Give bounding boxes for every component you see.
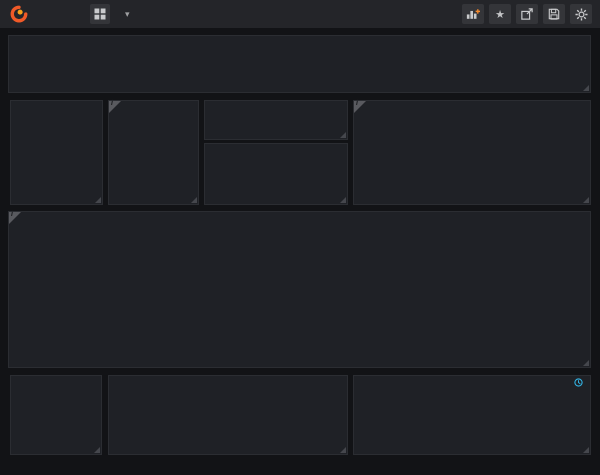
pv-voltage-chart [354, 114, 590, 186]
clock-icon [574, 378, 583, 387]
legend-item[interactable] [564, 362, 578, 365]
chevron-down-icon: ▾ [125, 9, 130, 20]
panel-date [204, 100, 348, 140]
panel-title[interactable] [109, 101, 198, 114]
legend-item[interactable] [541, 362, 555, 365]
panel-weather [8, 35, 591, 93]
gear-icon [575, 8, 588, 21]
info-text [11, 389, 101, 391]
panel-resize-handle[interactable] [191, 197, 197, 203]
add-panel-button[interactable] [462, 4, 484, 24]
pv-chart-legend [364, 198, 402, 201]
panel-resize-handle[interactable] [340, 447, 346, 453]
panel-title[interactable] [9, 212, 590, 225]
panel-title[interactable] [354, 101, 590, 114]
panel-resize-handle[interactable] [95, 197, 101, 203]
panel-title[interactable] [9, 36, 590, 49]
legend-swatch [541, 362, 552, 365]
panel-leistung-temperatur: i [8, 211, 591, 368]
grafana-logo[interactable] [10, 5, 28, 23]
add-panel-icon [466, 8, 480, 20]
star-icon: ★ [495, 8, 505, 21]
info-icon: i [11, 211, 13, 219]
legend-swatch [364, 198, 375, 201]
panel-resize-handle[interactable] [583, 447, 589, 453]
legend-swatch [388, 198, 399, 201]
time-range-picker[interactable] [574, 378, 586, 387]
panel-tagesleistung [353, 375, 591, 455]
panel-title[interactable] [109, 376, 347, 389]
panel-resize-handle[interactable] [583, 360, 589, 366]
save-button[interactable] [543, 4, 565, 24]
panel-resize-handle[interactable] [340, 197, 346, 203]
main-chart-legend-right [541, 362, 578, 365]
panel-pv-spannung: i [353, 100, 591, 205]
nav-actions: ★ [462, 4, 592, 24]
panel-batterie-ladestrom: i [108, 100, 199, 205]
legend-item[interactable] [364, 198, 378, 201]
daily-output-chart [354, 389, 590, 455]
panel-ladestatus [204, 143, 348, 205]
grid-icon [94, 8, 106, 20]
solar-col-header[interactable] [111, 392, 291, 405]
legend-swatch [49, 362, 60, 365]
battery-voltage-gauge [11, 114, 102, 202]
panel-solarleistung [108, 375, 348, 455]
info-icon: i [356, 100, 358, 108]
top-navbar: ▾ ★ [0, 0, 600, 28]
share-button[interactable] [516, 4, 538, 24]
info-icon: i [111, 100, 113, 108]
panel-title[interactable] [354, 376, 590, 389]
panel-resize-handle[interactable] [583, 197, 589, 203]
power-temperature-chart [9, 225, 590, 353]
grafana-dashboard: { "nav": { "title": "Finca Demo", "accen… [0, 0, 600, 475]
panel-resize-handle[interactable] [583, 85, 589, 91]
panel-title[interactable] [11, 376, 101, 389]
solar-col-header[interactable] [293, 392, 345, 405]
dashboard-picker-button[interactable] [90, 4, 110, 24]
dashboard-title-dropdown[interactable]: ▾ [119, 9, 130, 20]
panel-batterie-ladespannung [10, 100, 103, 205]
legend-item[interactable] [388, 198, 402, 201]
legend-swatch [564, 362, 575, 365]
panel-resize-handle[interactable] [94, 447, 100, 453]
main-chart-legend-left[interactable] [49, 362, 64, 365]
panel-title[interactable] [11, 101, 102, 114]
solar-table-header [109, 389, 347, 405]
star-button[interactable]: ★ [489, 4, 511, 24]
panel-resize-handle[interactable] [340, 132, 346, 138]
panel-informationen [10, 375, 102, 455]
battery-current-gauge [109, 114, 198, 202]
share-icon [521, 8, 533, 20]
save-icon [548, 8, 560, 20]
settings-button[interactable] [570, 4, 592, 24]
